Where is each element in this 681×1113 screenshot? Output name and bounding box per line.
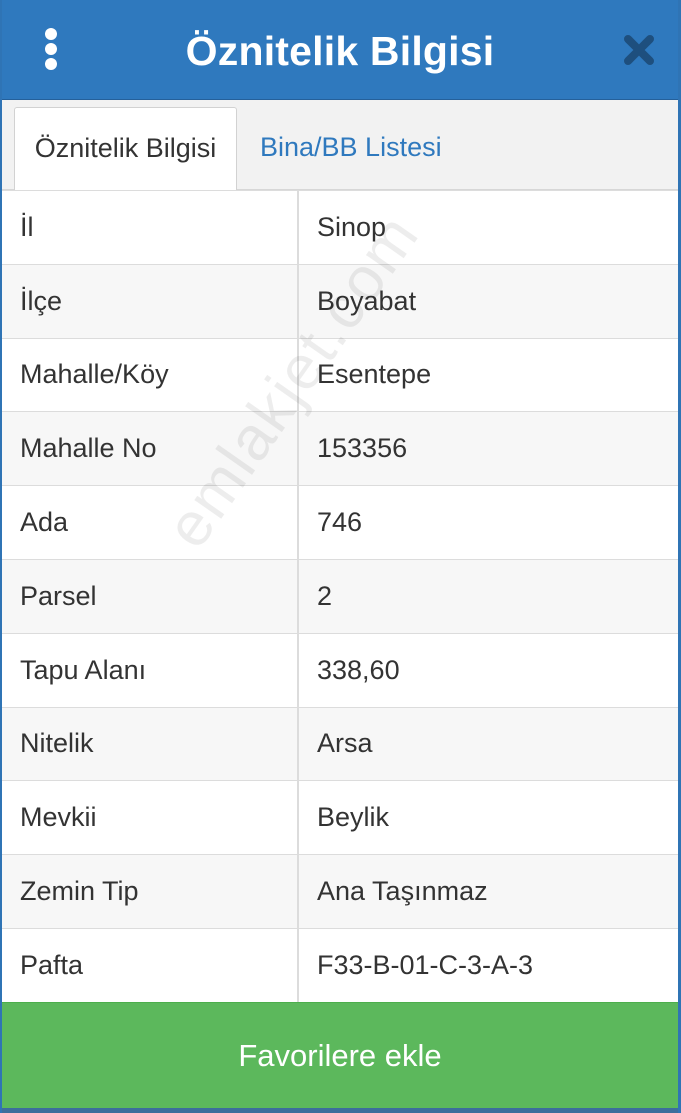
attribute-label: Tapu Alanı — [2, 632, 299, 708]
attribute-label: Ada — [2, 485, 299, 560]
table-row: Nitelik Arsa — [2, 706, 678, 782]
attribute-label: Zemin Tip — [2, 854, 299, 929]
attribute-label: Mahalle No — [2, 411, 299, 487]
attribute-value: 2 — [298, 558, 678, 634]
table-row: İlçe Boyabat — [2, 263, 678, 339]
attribute-label: Parsel — [2, 558, 299, 634]
table-row: Tapu Alanı 338,60 — [2, 632, 678, 708]
attribute-table: İl Sinop İlçe Boyabat Mahalle/Köy Esentepe Mah… — [2, 190, 678, 1003]
table-row: Mahalle/Köy Esentepe — [2, 337, 678, 413]
table-row: Zemin Tip Ana Taşınmaz — [2, 854, 678, 929]
attribute-value: Beylik — [298, 780, 678, 856]
attribute-dialog: Öznitelik Bilgisi Öznitelik Bilgisi Bina… — [0, 0, 681, 1113]
attribute-label: Mevkii — [2, 780, 299, 856]
table-row: İl Sinop — [2, 190, 678, 265]
attribute-value: Ana Taşınmaz — [298, 854, 678, 929]
bottom-edge — [2, 1108, 678, 1113]
dialog-header: Öznitelik Bilgisi — [2, 0, 678, 100]
attribute-value: Boyabat — [298, 263, 678, 339]
tab-attribute-info[interactable]: Öznitelik Bilgisi — [14, 107, 237, 191]
table-row: Ada 746 — [2, 485, 678, 560]
tab-building-list[interactable]: Bina/BB Listesi — [244, 107, 458, 191]
table-row: Mahalle No 153356 — [2, 411, 678, 487]
attribute-value: Esentepe — [298, 337, 678, 413]
add-to-favorites-button[interactable]: Favorilere ekle — [2, 1002, 678, 1108]
attribute-value: 746 — [298, 485, 678, 560]
attribute-label: Nitelik — [2, 706, 299, 782]
table-row: Pafta F33-B-01-C-3-A-3 — [2, 927, 678, 1003]
attribute-label: Mahalle/Köy — [2, 337, 299, 413]
attribute-value: Arsa — [298, 706, 678, 782]
attribute-value: F33-B-01-C-3-A-3 — [298, 927, 678, 1003]
tab-bar: Öznitelik Bilgisi Bina/BB Listesi — [2, 100, 678, 191]
close-icon[interactable] — [622, 33, 656, 67]
attribute-label: İl — [2, 190, 299, 265]
dialog-title: Öznitelik Bilgisi — [185, 28, 495, 74]
attribute-value: 153356 — [298, 411, 678, 487]
table-row: Parsel 2 — [2, 558, 678, 634]
attribute-value: Sinop — [298, 190, 678, 265]
attribute-label: İlçe — [2, 263, 299, 339]
table-row: Mevkii Beylik — [2, 780, 678, 856]
attribute-label: Pafta — [2, 927, 299, 1003]
attribute-value: 338,60 — [298, 632, 678, 708]
